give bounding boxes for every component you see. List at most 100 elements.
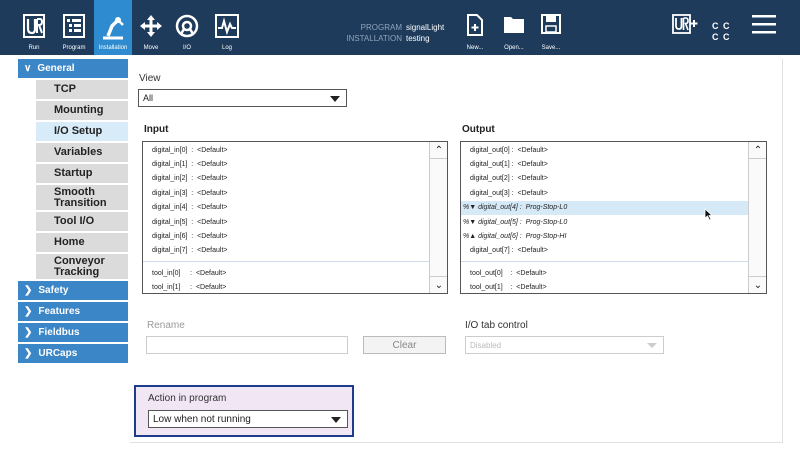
open-button-label: Open... [504, 45, 524, 51]
io-tab-control-label: I/O tab control [465, 320, 528, 331]
io-tab-control-dropdown[interactable]: Disabled [465, 336, 664, 354]
sidebar-item-conveyor-tracking[interactable]: Conveyor Tracking [36, 254, 128, 279]
hamburger-menu-icon [752, 15, 776, 34]
installation-tab-label: Installation [98, 45, 128, 51]
installation-sidebar: ∨ General TCP Mounting I/O Setup Variabl… [18, 59, 128, 365]
input-scrollbar[interactable]: ⌃ ⌄ [429, 142, 447, 293]
move-tab[interactable]: Move [136, 0, 166, 55]
list-item[interactable]: digital_in[2] : <Default> [143, 172, 447, 186]
open-folder-icon [504, 17, 524, 33]
urcaps-logo-button[interactable] [670, 0, 700, 55]
sidebar-section-general[interactable]: ∨ General [18, 59, 128, 78]
sidebar-section-safety[interactable]: ❯ Safety [18, 281, 128, 300]
sidebar-section-label: Features [38, 306, 81, 317]
new-button[interactable]: New... [462, 0, 488, 55]
sidebar-item-label: I/O Setup [54, 125, 103, 137]
list-item[interactable]: %▲ digital_out[6] : Prog-Stop-HI [461, 229, 766, 243]
sidebar-item-variables[interactable]: Variables [36, 143, 128, 162]
polyscope-window: Run Program Installation Move I/O Log PR… [0, 0, 800, 451]
run-tab[interactable]: Run [20, 0, 48, 55]
list-item[interactable]: digital_in[5] : <Default> [143, 215, 447, 229]
list-item[interactable]: digital_in[3] : <Default> [143, 186, 447, 200]
menu-button[interactable] [748, 0, 780, 55]
list-divider [143, 261, 447, 263]
installation-tab[interactable]: Installation [94, 0, 132, 55]
list-item[interactable]: digital_out[1] : <Default> [461, 157, 766, 171]
sidebar-item-label: TCP [54, 83, 76, 95]
io-tab-label: I/O [182, 45, 191, 51]
list-item[interactable]: digital_out[0] : <Default> [461, 143, 766, 157]
speed-line-2: C C [712, 32, 731, 42]
list-item[interactable]: digital_in[7] : <Default> [143, 244, 447, 258]
sidebar-item-tool-io[interactable]: Tool I/O [36, 212, 128, 231]
scroll-down-icon[interactable]: ⌄ [430, 276, 447, 293]
chevron-down-icon: ∨ [24, 63, 32, 74]
list-item[interactable]: %▼ digital_out[5] : Prog-Stop-L0 [461, 215, 766, 229]
output-heading: Output [462, 124, 495, 135]
sidebar-section-label: General [37, 63, 75, 74]
list-item[interactable]: digital_out[7] : <Default> [461, 244, 766, 258]
sidebar-item-label: Tool I/O [54, 215, 95, 227]
list-item[interactable]: tool_out[0] : <Default> [461, 266, 766, 280]
sidebar-item-io-setup[interactable]: I/O Setup [36, 122, 128, 141]
clear-button[interactable]: Clear [363, 336, 446, 354]
save-icon [541, 14, 561, 34]
scroll-down-icon[interactable]: ⌄ [749, 276, 766, 293]
move-tab-label: Move [143, 45, 159, 51]
sidebar-section-label: URCaps [38, 348, 78, 359]
scroll-up-icon[interactable]: ⌃ [430, 142, 447, 159]
installation-key: INSTALLATION [346, 34, 402, 43]
mouse-cursor-icon [704, 208, 713, 221]
view-dropdown[interactable]: All [138, 89, 347, 107]
list-item[interactable]: digital_in[6] : <Default> [143, 229, 447, 243]
ur-plus-logo-icon [672, 14, 698, 34]
list-item[interactable]: tool_in[1] : <Default> [143, 281, 447, 293]
scroll-up-icon[interactable]: ⌃ [749, 142, 766, 159]
list-item[interactable]: digital_out[3] : <Default> [461, 186, 766, 200]
rename-input[interactable] [146, 336, 348, 354]
dropdown-arrow-icon [647, 343, 657, 348]
program-tab[interactable]: Program [58, 0, 90, 55]
action-in-program-value: Low when not running [153, 413, 251, 425]
list-item[interactable]: tool_out[1] : <Default> [461, 281, 766, 293]
list-item[interactable]: digital_in[4] : <Default> [143, 201, 447, 215]
sidebar-item-home[interactable]: Home [36, 233, 128, 252]
io-tab[interactable]: I/O [172, 0, 202, 55]
sidebar-item-startup[interactable]: Startup [36, 164, 128, 183]
program-tab-label: Program [62, 45, 86, 51]
action-in-program-panel: Action in program Low when not running [134, 385, 354, 437]
io-icon [175, 14, 199, 38]
sidebar-item-tcp[interactable]: TCP [36, 80, 128, 99]
sidebar-section-fieldbus[interactable]: ❯ Fieldbus [18, 323, 128, 342]
sidebar-section-features[interactable]: ❯ Features [18, 302, 128, 321]
output-scrollbar[interactable]: ⌃ ⌄ [748, 142, 766, 293]
sidebar-item-label: Smooth Transition [54, 185, 107, 209]
save-button[interactable]: Save... [538, 0, 564, 55]
action-in-program-dropdown[interactable]: Low when not running [148, 410, 348, 428]
chevron-right-icon: ❯ [24, 306, 33, 317]
list-item[interactable]: digital_in[0] : <Default> [143, 143, 447, 157]
list-item[interactable]: tool_in[0] : <Default> [143, 266, 447, 280]
input-heading: Input [144, 124, 169, 135]
top-bar: Run Program Installation Move I/O Log PR… [0, 0, 800, 55]
list-item[interactable]: digital_in[1] : <Default> [143, 157, 447, 171]
move-icon [140, 15, 162, 37]
new-button-label: New... [466, 45, 484, 51]
list-divider [461, 261, 766, 263]
chevron-right-icon: ❯ [24, 348, 33, 359]
program-info: PROGRAM signalLight INSTALLATION testing [330, 22, 470, 44]
list-item[interactable]: digital_out[2] : <Default> [461, 172, 766, 186]
log-tab-label: Log [221, 45, 232, 51]
action-in-program-label: Action in program [148, 393, 227, 404]
log-tab[interactable]: Log [212, 0, 242, 55]
program-key: PROGRAM [360, 23, 402, 32]
open-button[interactable]: Open... [500, 0, 528, 55]
list-item-selected[interactable]: %▼ digital_out[4] : Prog-Stop-L0 [461, 200, 766, 215]
sidebar-item-mounting[interactable]: Mounting [36, 101, 128, 120]
sidebar-section-label: Safety [38, 285, 69, 296]
input-list[interactable]: digital_in[0] : <Default> digital_in[1] … [142, 141, 448, 294]
sidebar-item-smooth-transition[interactable]: Smooth Transition [36, 185, 128, 210]
speed-indicator: C C C C [712, 21, 731, 43]
sidebar-section-urcaps[interactable]: ❯ URCaps [18, 344, 128, 363]
output-list[interactable]: digital_out[0] : <Default> digital_out[1… [460, 141, 767, 294]
